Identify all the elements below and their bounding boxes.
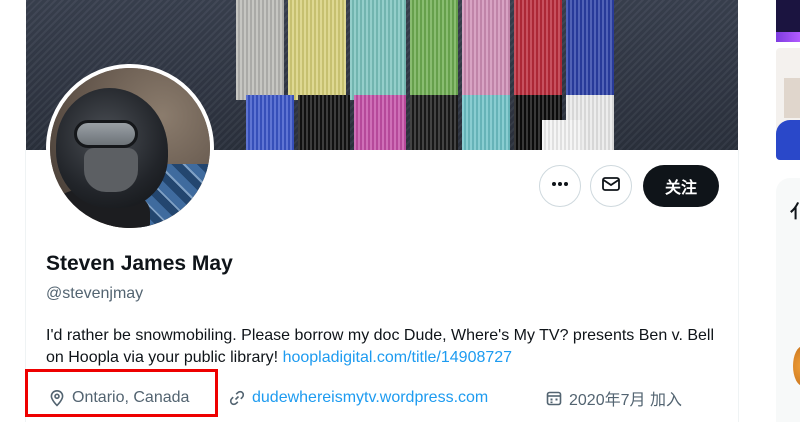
calendar-icon [545,389,563,407]
profile-website[interactable]: dudewhereismytv.wordpress.com [228,387,488,409]
column-border-right [738,150,739,422]
sidebar-media-thumbnail[interactable] [776,0,800,42]
banner-color-bars-image [236,0,676,150]
page-margin [0,0,26,422]
sidebar-media-thumbnail-2[interactable] [776,48,800,160]
more-horizontal-icon [550,174,570,199]
profile-avatar[interactable] [46,64,214,232]
website-link[interactable]: dudewhereismytv.wordpress.com [252,389,488,407]
more-options-button[interactable] [539,165,581,207]
link-icon [228,389,246,407]
follow-button[interactable]: 关注 [643,165,719,207]
profile-name: Steven James May [46,252,233,275]
profile-handle: @stevenjmay [46,285,144,302]
bio-link[interactable]: hoopladigital.com/title/14908727 [283,349,513,366]
message-button[interactable] [590,165,632,207]
sidebar-card-heading: 亻 [790,202,800,222]
envelope-icon [601,174,621,199]
follow-button-label: 关注 [664,180,697,197]
profile-bio: I'd rather be snowmobiling. Please borro… [46,325,726,369]
joined-text: 2020年7月 加入 [569,392,682,409]
profile-joined-date: 2020年7月 加入 [545,387,682,409]
location-highlight-box [25,369,218,417]
